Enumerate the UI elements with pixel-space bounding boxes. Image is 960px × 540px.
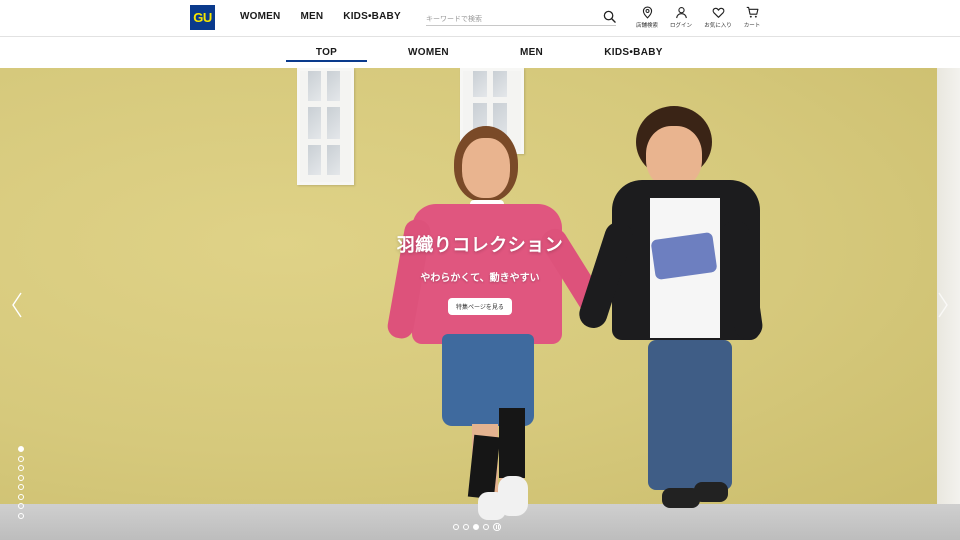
search-icon[interactable] <box>603 10 616 23</box>
slide-dot[interactable] <box>18 465 24 471</box>
hero-window-left <box>297 68 354 185</box>
hero-title: 羽織りコレクション <box>396 235 564 256</box>
main-nav: WOMEN MEN KIDS•BABY <box>240 11 401 22</box>
carousel-dot[interactable] <box>463 524 469 530</box>
slide-dot[interactable] <box>18 474 24 481</box>
carousel-dot[interactable] <box>473 524 479 530</box>
carousel-dot[interactable] <box>483 524 489 530</box>
nav-women[interactable]: WOMEN <box>240 11 280 22</box>
site-header: GU WOMEN MEN KIDS•BABY 店舗検索 ログイン お気に入り <box>0 0 960 36</box>
slide-dot[interactable] <box>18 446 24 452</box>
hero-subtitle: やわらかくて、動きやすい <box>420 273 540 284</box>
hero-copy: 羽織りコレクション やわらかくて、動きやすい 特集ページを見る <box>0 231 960 315</box>
slide-dot[interactable] <box>18 493 24 500</box>
tab-women[interactable]: WOMEN <box>388 37 469 68</box>
logo-text: GU <box>193 10 212 25</box>
cart-icon <box>746 6 758 18</box>
slide-dot[interactable] <box>18 503 24 509</box>
heart-icon <box>712 7 724 18</box>
cart-button[interactable]: カート <box>735 6 769 29</box>
category-tabs: TOP WOMEN MEN KIDS•BABY <box>0 37 960 68</box>
tab-kids-baby[interactable]: KIDS•BABY <box>593 37 674 68</box>
search-box <box>426 8 616 28</box>
slide-dot[interactable] <box>18 455 24 462</box>
user-icon <box>675 7 687 19</box>
nav-men[interactable]: MEN <box>300 11 323 22</box>
gu-logo[interactable]: GU <box>190 5 215 30</box>
login-label: ログイン <box>669 23 692 29</box>
cart-label: カート <box>743 23 761 29</box>
tab-top[interactable]: TOP <box>286 37 367 68</box>
slide-dot[interactable] <box>18 484 24 490</box>
store-search-button[interactable]: 店舗検索 <box>630 6 664 29</box>
slide-dot[interactable] <box>18 512 24 519</box>
login-button[interactable]: ログイン <box>664 6 698 29</box>
location-pin-icon <box>642 6 652 19</box>
chevron-right-icon[interactable] <box>936 290 950 320</box>
favorites-button[interactable]: お気に入り <box>701 6 735 29</box>
pause-icon[interactable] <box>493 523 501 531</box>
feature-page-button[interactable]: 特集ページを見る <box>448 298 512 315</box>
carousel-dot[interactable] <box>453 524 459 530</box>
favorites-label: お気に入り <box>704 23 732 29</box>
hero-banner[interactable]: 羽織りコレクション やわらかくて、動きやすい 特集ページを見る <box>0 68 960 540</box>
search-input[interactable] <box>426 10 596 28</box>
vertical-slide-indicators <box>18 446 24 519</box>
hero-girl-figure <box>385 124 612 524</box>
chevron-left-icon[interactable] <box>10 290 24 320</box>
store-search-label: 店舗検索 <box>635 23 658 29</box>
nav-kids-baby[interactable]: KIDS•BABY <box>343 11 401 22</box>
tab-men[interactable]: MEN <box>491 37 572 68</box>
carousel-indicators <box>453 523 501 531</box>
